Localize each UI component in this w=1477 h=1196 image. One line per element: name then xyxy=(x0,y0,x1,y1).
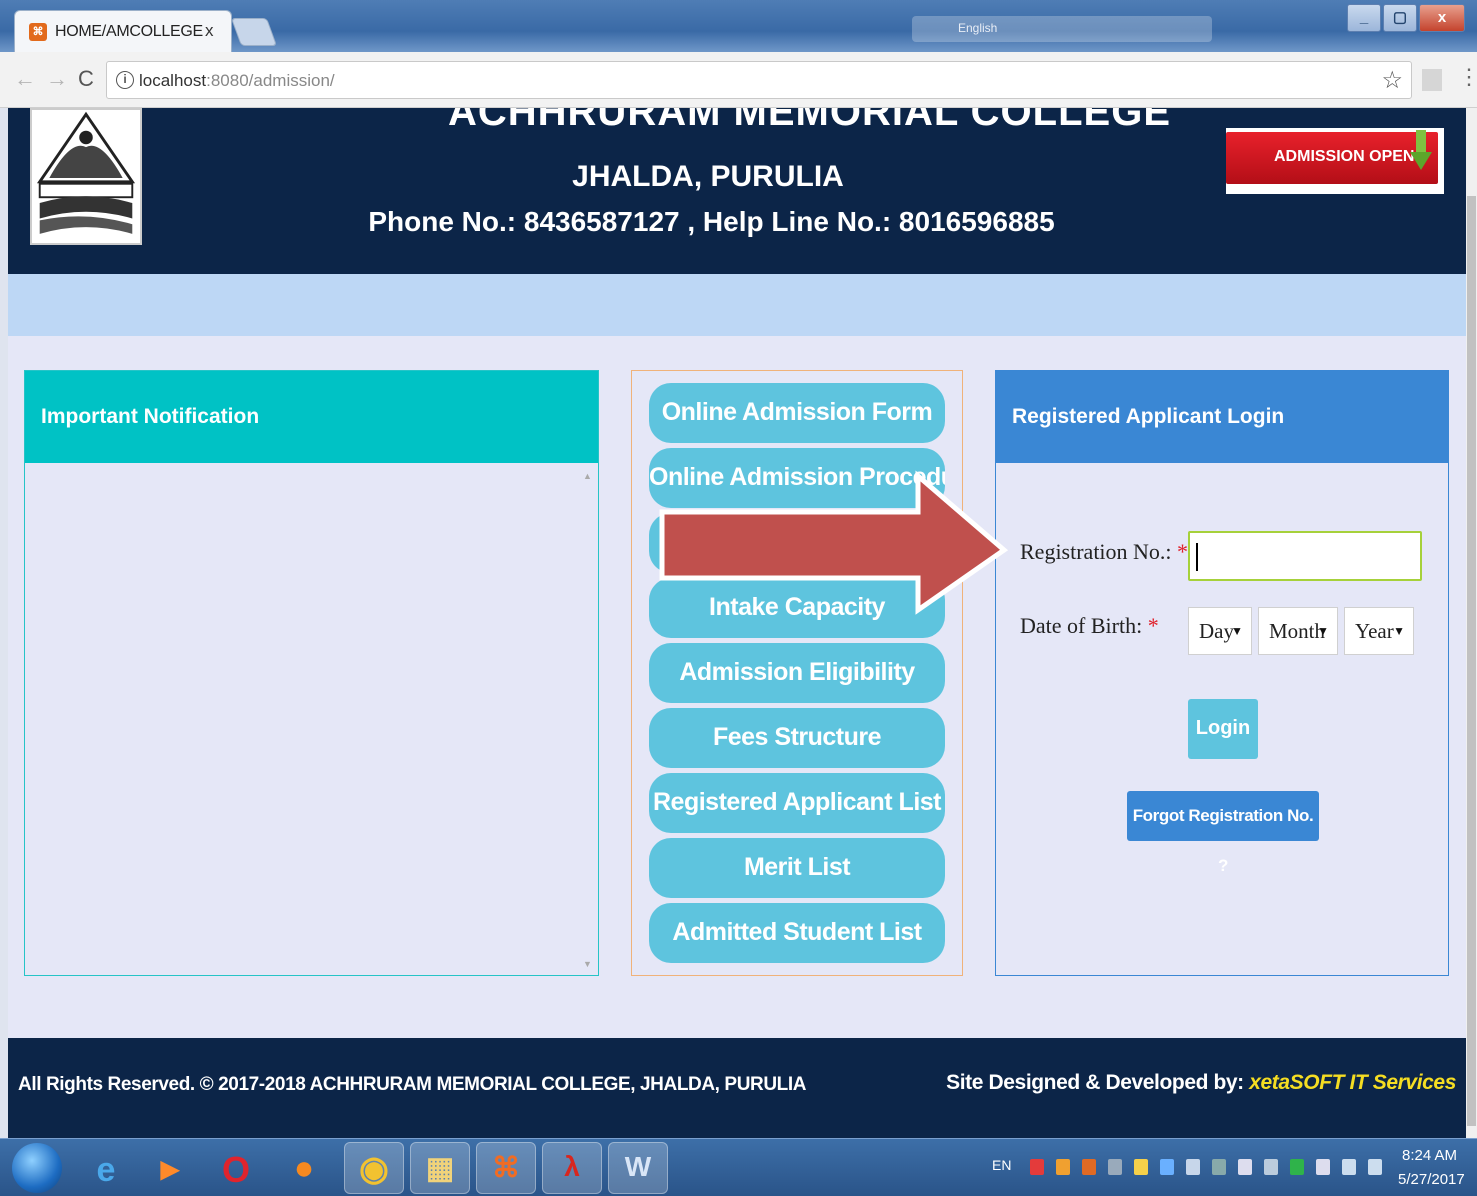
month-select[interactable]: Month ▼ xyxy=(1258,607,1338,655)
url-text: localhost:8080/admission/ xyxy=(139,71,335,90)
page-scrollbar[interactable] xyxy=(1466,108,1477,1138)
tab-title: HOME/AMCOLLEGE xyxy=(55,23,203,40)
dob-label: Date of Birth: * xyxy=(1020,613,1159,638)
firefox-icon[interactable]: ● xyxy=(282,1147,326,1189)
tray-app-icon[interactable] xyxy=(1212,1159,1226,1175)
day-select[interactable]: Day ▼ xyxy=(1188,607,1252,655)
day-dropdown-icon: ▼ xyxy=(1231,624,1243,638)
registration-input[interactable] xyxy=(1188,531,1422,581)
window-controls: _ ▢ x xyxy=(1347,4,1465,34)
forward-icon[interactable]: → xyxy=(46,66,68,92)
address-bar[interactable]: i localhost:8080/admission/ ☆ xyxy=(106,61,1412,99)
forgot-registration-button[interactable]: Forgot Registration No. ? xyxy=(1127,791,1319,875)
college-location: JHALDA, PURULIA xyxy=(572,160,844,193)
developer-credit: Site Designed & Developed by: xetaSOFT I… xyxy=(946,1071,1456,1094)
admission-badge-label: ADMISSION OPEN xyxy=(1274,148,1415,165)
chrome-icon[interactable]: ◉ xyxy=(344,1142,404,1194)
admission-menu: Online Admission Form Online Admission P… xyxy=(631,370,963,976)
reload-icon[interactable]: C xyxy=(78,66,94,92)
registration-label: Registration No.: * xyxy=(1020,539,1189,564)
tray-xampp-icon[interactable] xyxy=(1082,1159,1096,1175)
tray-app-icon[interactable] xyxy=(1134,1159,1148,1175)
internet-explorer-icon[interactable]: e xyxy=(84,1147,128,1189)
copyright-text: All Rights Reserved. © 2017-2018 ACHHRUR… xyxy=(18,1074,807,1095)
college-phone: Phone No.: 8436587127 , Help Line No.: 8… xyxy=(368,206,1055,237)
bookmark-star-icon[interactable]: ☆ xyxy=(1381,66,1403,95)
language-bar: English xyxy=(912,16,1212,42)
notification-header: Important Notification xyxy=(25,371,598,463)
media-player-icon[interactable]: ▶ xyxy=(148,1147,192,1189)
opera-icon[interactable]: O xyxy=(214,1147,258,1190)
developer-link[interactable]: xetaSOFT IT Services xyxy=(1249,1071,1456,1094)
year-dropdown-icon: ▼ xyxy=(1393,624,1405,638)
admission-open-badge[interactable]: ADMISSION OPEN xyxy=(1226,128,1444,194)
scroll-down-icon[interactable]: ▼ xyxy=(583,959,592,969)
college-name: ACHHRURAM MEMORIAL COLLEGE xyxy=(448,108,1172,134)
browser-tab[interactable]: ⌘ HOME/AMCOLLEGE x xyxy=(14,10,232,52)
volume-icon[interactable] xyxy=(1264,1159,1278,1175)
word-icon[interactable]: W xyxy=(608,1142,668,1194)
login-panel: Registered Applicant Login Registration … xyxy=(995,370,1449,976)
notification-scrollbar[interactable]: ▲ ▼ xyxy=(582,471,594,971)
nav-strip xyxy=(8,274,1466,336)
menu-admitted-student-list[interactable]: Admitted Student List xyxy=(649,903,945,963)
month-dropdown-icon: ▼ xyxy=(1317,624,1329,638)
language-indicator[interactable]: EN xyxy=(992,1157,1011,1173)
site-footer: All Rights Reserved. © 2017-2018 ACHHRUR… xyxy=(8,1038,1466,1138)
notification-title: Important Notification xyxy=(41,405,260,428)
menu-admission-eligibility[interactable]: Admission Eligibility xyxy=(649,643,945,703)
bluetooth-icon[interactable] xyxy=(1368,1159,1382,1175)
close-window-button[interactable]: x xyxy=(1419,4,1465,32)
acrobat-icon[interactable]: λ xyxy=(542,1142,602,1194)
minimize-button[interactable]: _ xyxy=(1347,4,1381,32)
menu-merit-list[interactable]: Merit List xyxy=(649,838,945,898)
extension-icon[interactable] xyxy=(1422,69,1442,91)
windows-taskbar: e ▶ O ● ◉ ▦ ⌘ λ W EN 8:24 AM 5/27/2017 xyxy=(0,1138,1477,1196)
tab-close-icon[interactable]: x xyxy=(205,21,214,41)
tray-app-icon[interactable] xyxy=(1030,1159,1044,1175)
browser-menu-icon[interactable]: ⋮ xyxy=(1458,66,1477,88)
text-caret xyxy=(1196,543,1198,571)
site-header: ACHHRURAM MEMORIAL COLLEGE JHALDA, PURUL… xyxy=(8,108,1466,274)
menu-online-admission-form[interactable]: Online Admission Form xyxy=(649,383,945,443)
page-scrollbar-thumb[interactable] xyxy=(1467,196,1476,1126)
tray-app-icon[interactable] xyxy=(1056,1159,1070,1175)
browser-toolbar: ← → C i localhost:8080/admission/ ☆ ⋮ xyxy=(0,52,1477,108)
file-explorer-icon[interactable]: ▦ xyxy=(410,1142,470,1194)
login-header: Registered Applicant Login xyxy=(996,371,1448,463)
tray-app-icon[interactable] xyxy=(1108,1159,1122,1175)
tray-app-icon[interactable] xyxy=(1160,1159,1174,1175)
xampp-icon[interactable]: ⌘ xyxy=(476,1142,536,1194)
language-bar-text: English xyxy=(958,21,998,35)
notification-panel: Important Notification ▲ ▼ xyxy=(24,370,599,976)
menu-fees-structure[interactable]: Fees Structure xyxy=(649,708,945,768)
tray-app-icon[interactable] xyxy=(1290,1159,1304,1175)
scroll-up-icon[interactable]: ▲ xyxy=(583,471,592,481)
clock-time[interactable]: 8:24 AM xyxy=(1402,1147,1457,1164)
back-icon[interactable]: ← xyxy=(14,66,36,92)
down-arrow-icon xyxy=(1410,130,1432,170)
new-tab-button[interactable] xyxy=(230,18,278,46)
site-info-icon[interactable]: i xyxy=(116,71,134,89)
browser-tab-strip: ⌘ HOME/AMCOLLEGE x English _ ▢ x xyxy=(0,0,1477,52)
start-button[interactable] xyxy=(12,1143,62,1193)
web-page: ACHHRURAM MEMORIAL COLLEGE JHALDA, PURUL… xyxy=(8,108,1466,1138)
login-title: Registered Applicant Login xyxy=(1012,405,1285,428)
xampp-favicon-icon: ⌘ xyxy=(29,23,47,41)
annotation-arrow-icon xyxy=(659,470,1009,615)
tray-app-icon[interactable] xyxy=(1238,1159,1252,1175)
year-select[interactable]: Year ▼ xyxy=(1344,607,1414,655)
signal-icon[interactable] xyxy=(1342,1159,1356,1175)
tray-app-icon[interactable] xyxy=(1186,1159,1200,1175)
clock-date[interactable]: 5/27/2017 xyxy=(1398,1171,1465,1188)
menu-registered-applicant-list[interactable]: Registered Applicant List xyxy=(649,773,945,833)
flag-icon[interactable] xyxy=(1316,1159,1330,1175)
maximize-button[interactable]: ▢ xyxy=(1383,4,1417,32)
login-button[interactable]: Login xyxy=(1188,699,1258,759)
